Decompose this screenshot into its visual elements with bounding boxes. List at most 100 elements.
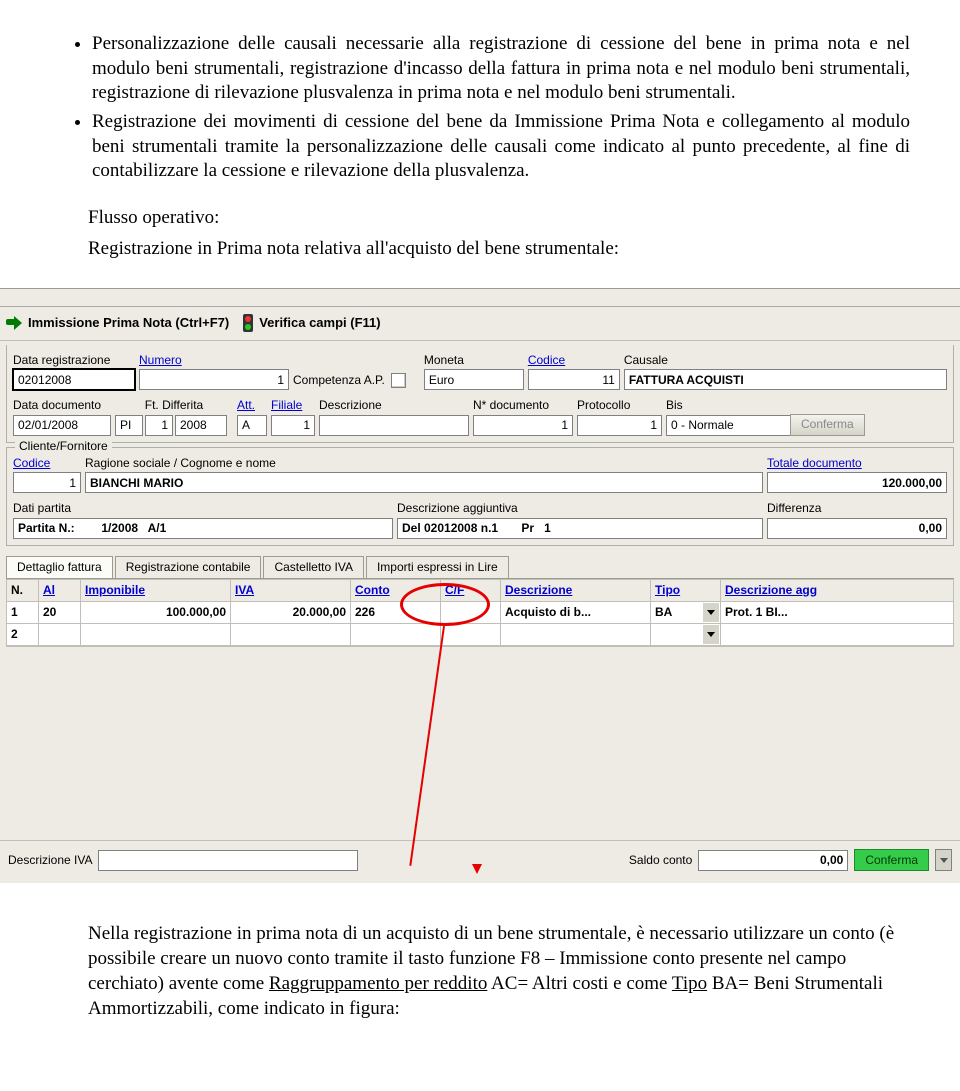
cell-desc-agg[interactable] [721, 624, 954, 646]
cliente-fornitore-panel: Cliente/Fornitore Codice Ragione sociale… [6, 447, 954, 546]
dropdown-caret-icon[interactable] [703, 603, 719, 622]
tab-dettaglio-fattura[interactable]: Dettaglio fattura [6, 556, 113, 579]
ragione-sociale-input[interactable] [85, 472, 763, 493]
table-row[interactable]: 1 20 100.000,00 20.000,00 226 Acquisto d… [7, 602, 954, 624]
after-text-underline: Tipo [672, 973, 707, 994]
cell-descrizione[interactable]: Acquisto di b... [501, 602, 651, 624]
after-paragraph: Nella registrazione in prima nota di un … [88, 922, 910, 1021]
window-edge [0, 289, 960, 307]
dettaglio-grid[interactable]: N. Al Imponibile IVA Conto C/F Descrizio… [6, 579, 954, 646]
filiale-input[interactable] [271, 415, 315, 436]
cliente-fornitore-legend: Cliente/Fornitore [15, 439, 112, 455]
flow-heading-2: Registrazione in Prima nota relativa all… [88, 237, 910, 262]
causale-input[interactable] [624, 369, 947, 390]
cell-imponibile[interactable]: 100.000,00 [81, 602, 231, 624]
menu-immissione-prima-nota[interactable]: Immissione Prima Nota (Ctrl+F7) [6, 315, 229, 332]
label-differenza: Differenza [767, 501, 947, 517]
protocollo-input[interactable] [577, 415, 662, 436]
conferma-button-bottom[interactable]: Conferma [854, 849, 929, 871]
ft-diff-pi-input[interactable] [115, 415, 143, 436]
col-desc-agg[interactable]: Descrizione agg [721, 580, 954, 602]
att-input[interactable] [237, 415, 267, 436]
label-codice[interactable]: Codice [528, 353, 620, 369]
label-desc-aggiuntiva: Descrizione aggiuntiva [397, 501, 763, 517]
col-iva[interactable]: IVA [231, 580, 351, 602]
document-intro: Personalizzazione delle causali necessar… [0, 0, 960, 278]
label-cf-codice[interactable]: Codice [13, 456, 81, 472]
cell-desc-agg[interactable]: Prot. 1 BI... [721, 602, 954, 624]
after-text-underline: Raggruppamento per reddito [269, 973, 487, 994]
col-descrizione[interactable]: Descrizione [501, 580, 651, 602]
col-n: N. [7, 580, 39, 602]
codice-causale-input[interactable] [528, 369, 620, 390]
toolbar: Immissione Prima Nota (Ctrl+F7) Verifica… [0, 307, 960, 341]
descrizione-input[interactable] [319, 415, 469, 436]
tab-registrazione-contabile[interactable]: Registrazione contabile [115, 556, 262, 579]
menu-label: Verifica campi (F11) [259, 315, 380, 332]
cell-conto[interactable]: 226 [351, 602, 441, 624]
cell-imponibile[interactable] [81, 624, 231, 646]
desc-aggiuntiva-display [397, 518, 763, 539]
col-conto[interactable]: Conto [351, 580, 441, 602]
col-cf[interactable]: C/F [441, 580, 501, 602]
cell-descrizione[interactable] [501, 624, 651, 646]
label-protocollo: Protocollo [577, 398, 662, 414]
cf-codice-input[interactable] [13, 472, 81, 493]
cell-al[interactable] [39, 624, 81, 646]
cell-n: 1 [7, 602, 39, 624]
col-imponibile[interactable]: Imponibile [81, 580, 231, 602]
data-documento-input[interactable] [13, 415, 111, 436]
cell-cf[interactable] [441, 624, 501, 646]
bullet-item: Personalizzazione delle causali necessar… [92, 32, 910, 106]
differenza-display [767, 518, 947, 539]
table-row[interactable]: 2 [7, 624, 954, 646]
label-moneta: Moneta [424, 353, 524, 369]
document-after: Nella registrazione in prima nota di un … [0, 883, 960, 1070]
label-causale: Causale [624, 353, 947, 369]
dropdown-caret-icon[interactable] [703, 625, 719, 644]
descrizione-iva-input[interactable] [98, 850, 358, 871]
label-att[interactable]: Att. [237, 398, 267, 414]
label-data-documento: Data documento [13, 398, 111, 414]
cell-iva[interactable]: 20.000,00 [231, 602, 351, 624]
conferma-button-top[interactable]: Conferma [790, 414, 865, 436]
label-ft-differita: Ft. Differita [115, 398, 233, 414]
moneta-input[interactable] [424, 369, 524, 390]
ft-diff-n-input[interactable] [145, 415, 173, 436]
tab-importi-lire[interactable]: Importi espressi in Lire [366, 556, 509, 579]
cell-al[interactable]: 20 [39, 602, 81, 624]
label-filiale[interactable]: Filiale [271, 398, 315, 414]
ft-diff-year-input[interactable] [175, 415, 227, 436]
grid-empty-area [6, 646, 954, 836]
cell-cf[interactable] [441, 602, 501, 624]
col-al[interactable]: Al [39, 580, 81, 602]
label-numero[interactable]: Numero [139, 353, 289, 369]
n-documento-input[interactable] [473, 415, 573, 436]
conferma-dropdown[interactable] [935, 849, 952, 871]
flow-heading-1: Flusso operativo: [88, 206, 910, 231]
totale-documento-input[interactable] [767, 472, 947, 493]
label-ragione-sociale: Ragione sociale / Cognome e nome [85, 456, 763, 472]
cell-tipo[interactable]: BA [651, 602, 721, 624]
cell-n: 2 [7, 624, 39, 646]
header-panel: Data registrazione Numero Competenza A.P… [6, 345, 954, 443]
label-data-registrazione: Data registrazione [13, 353, 135, 369]
cell-tipo[interactable] [651, 624, 721, 646]
label-totale-documento[interactable]: Totale documento [767, 456, 947, 472]
data-registrazione-input[interactable] [13, 369, 135, 390]
numero-input[interactable] [139, 369, 289, 390]
label-saldo-conto: Saldo conto [629, 853, 692, 869]
tab-bar: Dettaglio fattura Registrazione contabil… [0, 550, 960, 579]
dati-partita-display [13, 518, 393, 539]
cell-iva[interactable] [231, 624, 351, 646]
menu-label: Immissione Prima Nota (Ctrl+F7) [28, 315, 229, 332]
arrow-right-icon [6, 316, 22, 330]
tab-castelletto-iva[interactable]: Castelletto IVA [263, 556, 363, 579]
bullet-item: Registrazione dei movimenti di cessione … [92, 110, 910, 184]
tab-pane-dettaglio: N. Al Imponibile IVA Conto C/F Descrizio… [6, 578, 954, 836]
menu-verifica-campi[interactable]: Verifica campi (F11) [243, 314, 380, 332]
competenza-checkbox[interactable] [391, 373, 406, 388]
cell-conto[interactable] [351, 624, 441, 646]
tab-label: Registrazione contabile [126, 560, 251, 574]
col-tipo[interactable]: Tipo [651, 580, 721, 602]
